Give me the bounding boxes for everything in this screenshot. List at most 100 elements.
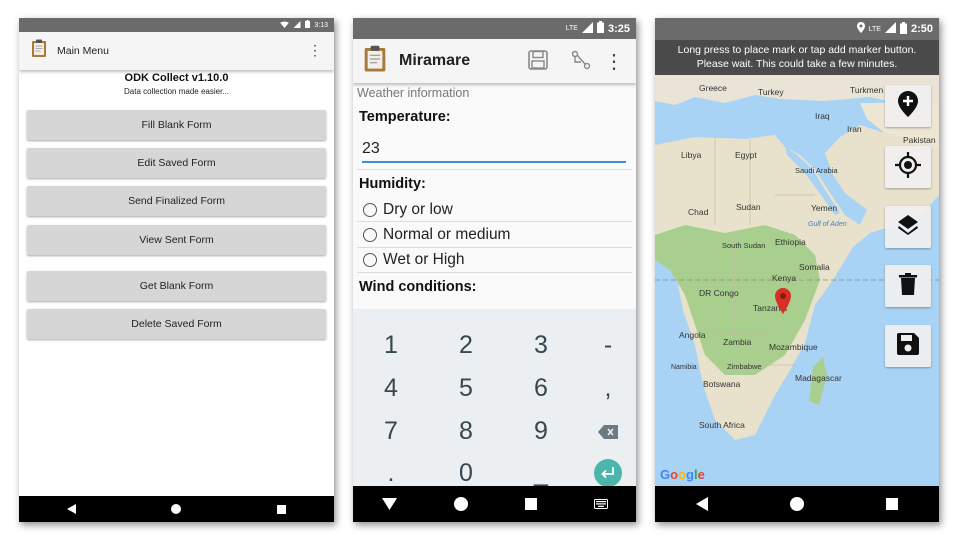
battery-icon [596, 21, 604, 36]
clipboard-icon [363, 45, 387, 78]
map-label-turkey: Turkey [758, 87, 784, 97]
network-type: LTE [565, 25, 578, 32]
key-8[interactable]: 8 [431, 417, 501, 446]
temperature-label: Temperature: [359, 109, 451, 125]
key-minus[interactable]: - [573, 331, 636, 360]
home-icon[interactable] [453, 497, 468, 511]
radio-label: Dry or low [383, 201, 453, 218]
radio-option-normal[interactable]: Normal or medium [363, 226, 510, 244]
key-7[interactable]: 7 [356, 417, 426, 446]
map-label-drc: DR Congo [699, 288, 739, 298]
map-label-gulf: Gulf of Aden [808, 221, 847, 228]
my-location-button[interactable] [885, 146, 931, 188]
radio-button[interactable] [363, 203, 377, 217]
key-1[interactable]: 1 [356, 331, 426, 360]
humidity-label: Humidity: [359, 176, 426, 192]
group-label: Weather information [357, 86, 470, 100]
temperature-input[interactable] [362, 137, 626, 163]
overflow-menu-icon[interactable]: ⋮ [604, 49, 624, 74]
map-label-yemen: Yemen [811, 203, 838, 213]
map-label-chad: Chad [688, 207, 709, 217]
map-label-south-africa: South Africa [699, 420, 745, 430]
map-label-egypt: Egypt [735, 150, 757, 160]
my-location-icon [895, 151, 921, 183]
map-label-south-sudan: South Sudan [722, 241, 766, 250]
map-label-mozambique: Mozambique [769, 342, 818, 352]
phone-main-menu: 3:13 Main Menu ⋮ ODK Collect v1.10.0 Dat… [19, 18, 334, 522]
edit-saved-form-button[interactable]: Edit Saved Form [27, 148, 326, 178]
map-label-namibia: Namibia [671, 364, 697, 371]
map-label-pakistan: Pakistan [903, 135, 936, 145]
banner-line: Long press to place mark or tap add mark… [677, 44, 917, 56]
key-9[interactable]: 9 [506, 417, 576, 446]
view-sent-form-button[interactable]: View Sent Form [27, 225, 326, 255]
save-form-icon[interactable] [528, 50, 548, 75]
app-subtitle: Data collection made easier... [124, 87, 229, 96]
key-comma[interactable]: , [573, 374, 636, 403]
delete-saved-form-button[interactable]: Delete Saved Form [27, 309, 326, 339]
nav-bar [19, 496, 334, 522]
hierarchy-icon[interactable] [571, 50, 591, 75]
keyboard-icon[interactable] [593, 499, 608, 509]
key-period[interactable]: . [356, 459, 426, 488]
send-finalized-form-button[interactable]: Send Finalized Form [27, 186, 326, 216]
radio-label: Wet or High [383, 251, 465, 268]
map-label-somalia: Somalia [799, 262, 830, 272]
save-icon [897, 332, 919, 360]
delete-button[interactable] [885, 265, 931, 307]
wind-label: Wind conditions: [359, 279, 477, 295]
banner-line: Please wait. This could take a few minut… [696, 58, 898, 70]
recents-icon[interactable] [524, 498, 537, 510]
nav-bar [655, 486, 939, 522]
status-time: 3:13 [314, 21, 328, 29]
signal-icon [293, 20, 301, 30]
radio-button[interactable] [363, 253, 377, 267]
signal-icon [884, 22, 896, 36]
map-label-zimbabwe: Zimbabwe [727, 362, 762, 371]
overflow-menu-icon[interactable]: ⋮ [308, 42, 322, 59]
back-icon[interactable] [696, 497, 708, 511]
home-icon[interactable] [790, 497, 804, 511]
back-icon[interactable] [381, 498, 397, 510]
location-icon [856, 22, 865, 36]
map-label-turkmen: Turkmen [850, 85, 884, 95]
app-bar: Main Menu ⋮ [19, 32, 334, 70]
radio-button[interactable] [363, 228, 377, 242]
radio-label: Normal or medium [383, 226, 511, 243]
save-button[interactable] [885, 325, 931, 367]
status-bar: LTE 2:50 [655, 18, 939, 40]
get-blank-form-button[interactable]: Get Blank Form [27, 271, 326, 301]
backspace-icon[interactable] [573, 417, 636, 446]
map-label-iraq: Iraq [815, 111, 830, 121]
wifi-icon [280, 20, 290, 30]
back-icon[interactable] [66, 504, 76, 514]
key-5[interactable]: 5 [431, 374, 501, 403]
fill-blank-form-button[interactable]: Fill Blank Form [27, 110, 326, 140]
key-space[interactable]: _ [506, 459, 576, 488]
radio-option-wet[interactable]: Wet or High [363, 251, 465, 269]
layers-button[interactable] [885, 206, 931, 248]
map-label-greece: Greece [699, 83, 727, 93]
map-marker-icon[interactable] [775, 288, 791, 319]
recents-icon[interactable] [886, 498, 898, 510]
radio-option-dry[interactable]: Dry or low [363, 201, 453, 219]
map-label-sudan: Sudan [736, 202, 761, 212]
instruction-banner: Long press to place mark or tap add mark… [655, 40, 939, 75]
map-label-madagascar: Madagascar [795, 373, 842, 383]
key-6[interactable]: 6 [506, 374, 576, 403]
signal-icon [581, 21, 593, 36]
battery-icon [305, 20, 311, 30]
key-0[interactable]: 0 [431, 459, 501, 488]
map-label-angola: Angola [679, 330, 706, 340]
key-4[interactable]: 4 [356, 374, 426, 403]
key-2[interactable]: 2 [431, 331, 501, 360]
home-icon[interactable] [171, 504, 182, 514]
recents-icon[interactable] [277, 504, 287, 514]
add-marker-button[interactable] [885, 85, 931, 127]
app-name: ODK Collect v1.10.0 [124, 72, 229, 84]
numeric-keyboard: 1 2 3 - 4 5 6 , 7 8 9 . 0 _ [353, 309, 636, 488]
form-title: Miramare [399, 52, 471, 69]
status-bar: LTE 3:25 [353, 18, 636, 39]
network-type: LTE [868, 25, 881, 33]
key-3[interactable]: 3 [506, 331, 576, 360]
